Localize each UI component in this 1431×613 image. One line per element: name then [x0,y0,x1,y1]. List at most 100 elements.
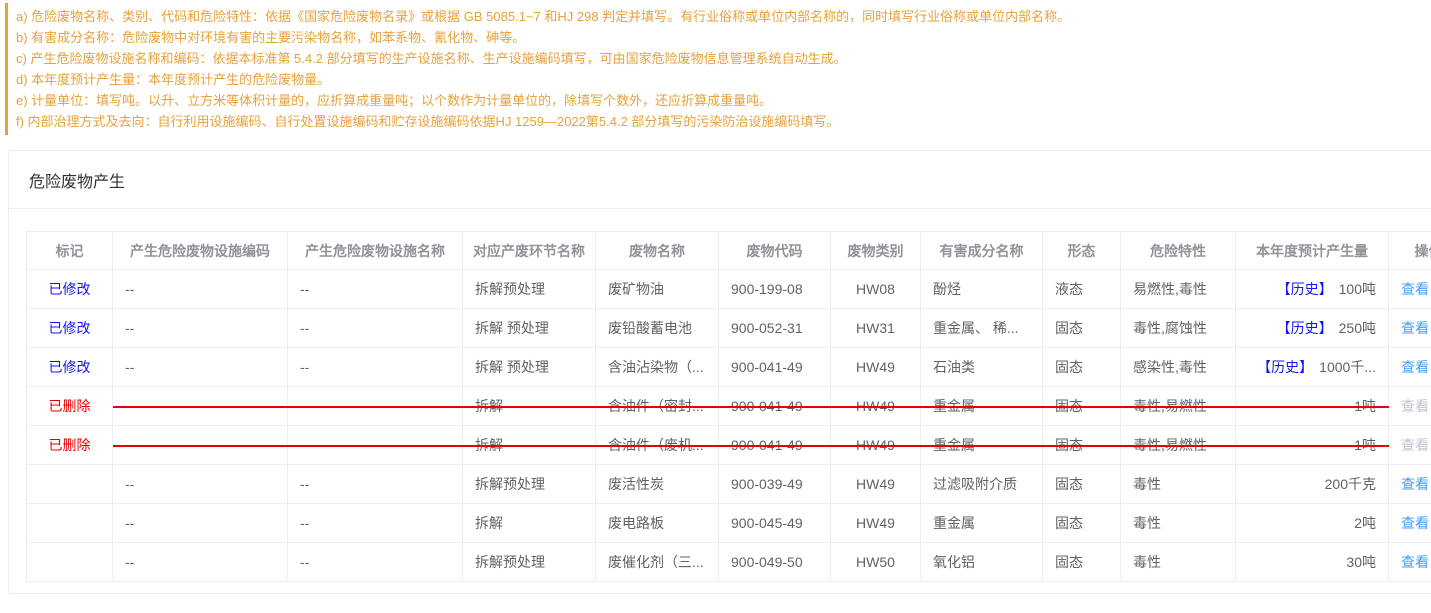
card-title: 危险废物产生 [9,151,1431,209]
table-row: 已修改----拆解 预处理含油沾染物（...900-041-49HW49石油类固… [26,348,1431,387]
deleted-badge: 已删除 [49,435,91,455]
cell-process: 拆解预处理 [463,270,596,309]
modified-badge: 已修改 [49,357,91,377]
cell-waste-category: HW31 [831,309,921,348]
column-header: 产生危险废物设施名称 [288,232,463,270]
cell-action: 查看 [1389,270,1431,309]
history-tag: 【历史】 [1277,279,1333,299]
note-line-f: f) 内部治理方式及去向：自行利用设施编码、自行处置设施编码和贮存设施编码依据H… [16,111,1431,132]
amount-value: 1000千... [1319,357,1376,377]
cell-facility-name: -- [288,270,463,309]
cell-facility-code: -- [113,543,288,582]
cell-facility-code: -- [113,309,288,348]
cell-action: 查看 [1389,309,1431,348]
cell-harmful-component: 过滤吸附介质 [921,465,1043,504]
cell-form: 固态 [1043,348,1121,387]
cell-process: 拆解 预处理 [463,309,596,348]
cell-hazard: 毒性 [1121,465,1236,504]
view-link[interactable]: 查看 [1401,279,1429,299]
cell-process: 拆解 预处理 [463,348,596,387]
column-header: 废物代码 [719,232,831,270]
table-row: 已修改----拆解预处理废矿物油900-199-08HW08酚烃液态易燃性,毒性… [26,270,1431,309]
cell-harmful-component: 石油类 [921,348,1043,387]
cell-process: 拆解 [463,426,596,465]
view-link[interactable]: 查看 [1401,552,1429,572]
cell-amount: 30吨 [1236,543,1389,582]
amount-value: 100吨 [1339,279,1376,299]
view-link: 查看 [1401,396,1429,416]
cell-amount: 1吨 [1236,387,1389,426]
cell-form: 液态 [1043,270,1121,309]
cell-mark: 已修改 [26,309,113,348]
cell-harmful-component: 酚烃 [921,270,1043,309]
cell-form: 固态 [1043,426,1121,465]
cell-amount: 1吨 [1236,426,1389,465]
cell-waste-name: 含油件（密封... [596,387,719,426]
column-header: 形态 [1043,232,1121,270]
cell-waste-code: 900-039-49 [719,465,831,504]
cell-waste-name: 含油沾染物（... [596,348,719,387]
table-wrapper: 标记产生危险废物设施编码产生危险废物设施名称对应产废环节名称废物名称废物代码废物… [26,231,1431,582]
column-header: 废物名称 [596,232,719,270]
cell-amount: 【历史】 250吨 [1236,309,1389,348]
cell-mark: 已删除 [26,426,113,465]
table-header-row: 标记产生危险废物设施编码产生危险废物设施名称对应产废环节名称废物名称废物代码废物… [26,232,1431,270]
column-header: 操作 [1389,232,1431,270]
amount-value: 200千克 [1325,474,1376,494]
cell-action: 查看 [1389,543,1431,582]
cell-facility-code: -- [113,270,288,309]
view-link: 查看 [1401,435,1429,455]
cell-facility-name: -- [288,543,463,582]
annotation-notes: a) 危险废物名称、类别、代码和危险特性：依据《国家危险废物名录》或根据 GB … [5,3,1431,135]
table-row: 已删除拆解含油件（废机...900-041-49HW49重金属固态毒性,易燃性1… [26,426,1431,465]
cell-amount: 【历史】 100吨 [1236,270,1389,309]
view-link[interactable]: 查看 [1401,357,1429,377]
cell-facility-name: -- [288,348,463,387]
note-line-b: b) 有害成分名称：危险废物中对环境有害的主要污染物名称，如苯系物、氰化物、砷等… [16,27,1431,48]
cell-waste-code: 900-052-31 [719,309,831,348]
cell-waste-code: 900-041-49 [719,348,831,387]
column-header: 标记 [26,232,113,270]
cell-mark [26,504,113,543]
cell-waste-category: HW50 [831,543,921,582]
cell-hazard: 毒性 [1121,504,1236,543]
cell-harmful-component: 重金属、 稀... [921,309,1043,348]
view-link[interactable]: 查看 [1401,318,1429,338]
column-header: 对应产废环节名称 [463,232,596,270]
cell-waste-name: 废矿物油 [596,270,719,309]
cell-facility-name: -- [288,309,463,348]
cell-amount: 【历史】 1000千... [1236,348,1389,387]
cell-waste-code: 900-041-49 [719,387,831,426]
cell-action: 查看 [1389,348,1431,387]
history-tag: 【历史】 [1277,318,1333,338]
view-link[interactable]: 查看 [1401,474,1429,494]
cell-waste-category: HW49 [831,387,921,426]
cell-harmful-component: 氧化铝 [921,543,1043,582]
history-tag: 【历史】 [1257,357,1313,377]
cell-process: 拆解预处理 [463,465,596,504]
note-line-d: d) 本年度预计产生量：本年度预计产生的危险废物量。 [16,69,1431,90]
amount-value: 30吨 [1346,552,1376,572]
view-link[interactable]: 查看 [1401,513,1429,533]
cell-hazard: 感染性,毒性 [1121,348,1236,387]
cell-waste-code: 900-041-49 [719,426,831,465]
cell-facility-code: -- [113,348,288,387]
cell-facility-name [288,426,463,465]
cell-mark: 已删除 [26,387,113,426]
cell-waste-name: 废电路板 [596,504,719,543]
cell-waste-code: 900-199-08 [719,270,831,309]
cell-form: 固态 [1043,543,1121,582]
cell-action: 查看 [1389,504,1431,543]
table-row: ----拆解废电路板900-045-49HW49重金属固态毒性2吨查看 [26,504,1431,543]
column-header: 废物类别 [831,232,921,270]
cell-amount: 2吨 [1236,504,1389,543]
cell-harmful-component: 重金属 [921,426,1043,465]
cell-waste-category: HW49 [831,504,921,543]
cell-process: 拆解 [463,504,596,543]
amount-value: 250吨 [1339,318,1376,338]
cell-amount: 200千克 [1236,465,1389,504]
cell-waste-code: 900-049-50 [719,543,831,582]
cell-facility-name: -- [288,465,463,504]
amount-value: 2吨 [1354,513,1376,533]
cell-waste-name: 废铅酸蓄电池 [596,309,719,348]
